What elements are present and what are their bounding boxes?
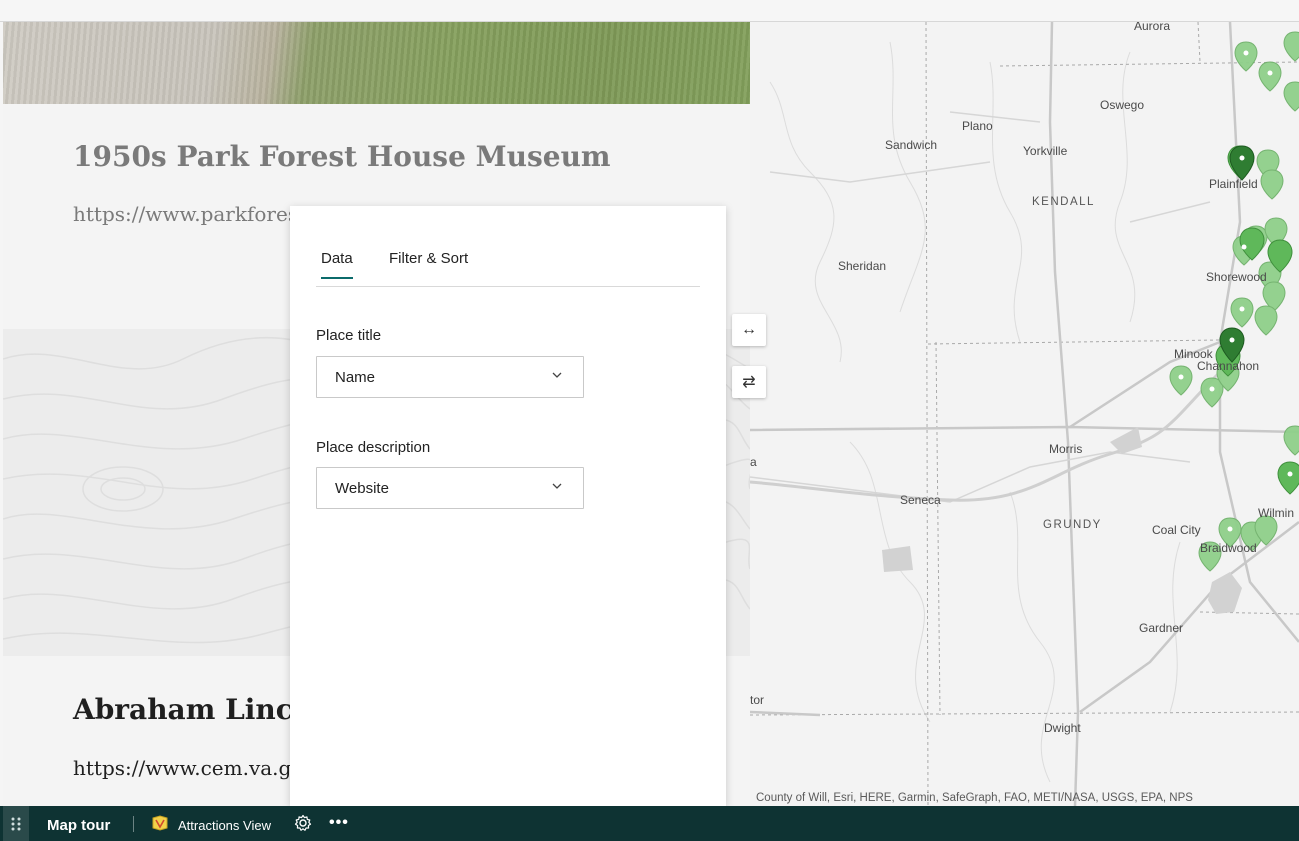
swap-icon: ⇄	[742, 374, 756, 391]
map-label-seneca: Seneca	[900, 493, 941, 507]
panel-tabs: Data Filter & Sort	[316, 242, 700, 287]
map-label-braidwood: Braidwood	[1200, 541, 1257, 555]
map-label-aurora: Aurora	[1134, 22, 1171, 33]
map-label-plano: Plano	[962, 119, 993, 133]
expand-icon: ↔	[741, 321, 757, 338]
chevron-down-icon	[552, 372, 562, 378]
layer-icon	[152, 815, 168, 831]
map-label-edge-a: a	[750, 455, 757, 469]
map-label-sandwich: Sandwich	[885, 138, 938, 152]
place-title-value: Name	[335, 369, 376, 386]
map-label-yorkville: Yorkville	[1023, 144, 1068, 158]
layer-name[interactable]: Attractions View	[178, 818, 271, 833]
map-label-grundy: GRUNDY	[1043, 519, 1102, 531]
map-label-coal-city: Coal City	[1152, 523, 1201, 537]
map-label-dwight: Dwight	[1044, 721, 1081, 735]
map-label-wilmington: Wilmin	[1258, 506, 1294, 520]
map-label-edge-tor: tor	[750, 693, 765, 707]
map-label-sheridan: Sheridan	[838, 259, 887, 273]
place-link-2[interactable]: https://www.cem.va.gc	[73, 756, 303, 780]
drag-handle-icon[interactable]	[3, 806, 29, 841]
gear-icon[interactable]	[294, 814, 312, 832]
bottom-toolbar: Map tour Attractions View •••	[0, 806, 1299, 841]
map-basemap	[750, 22, 1299, 806]
place-title-label: Place title	[316, 327, 382, 344]
place-photo	[3, 22, 750, 104]
block-title: Map tour	[47, 817, 111, 834]
place-link[interactable]: https://www.parkfores	[73, 202, 298, 226]
place-title: 1950s Park Forest House Museum	[73, 140, 611, 173]
chevron-down-icon	[552, 483, 562, 489]
place-title-2: Abraham Linco	[73, 693, 312, 726]
tab-filter-sort[interactable]: Filter & Sort	[389, 250, 468, 277]
map-label-plainfield: Plainfield	[1209, 177, 1258, 191]
expand-button[interactable]: ↔	[732, 314, 766, 346]
swap-panels-button[interactable]: ⇄	[732, 366, 766, 398]
place-description-value: Website	[335, 480, 389, 497]
toolbar-divider	[133, 816, 134, 832]
tab-data[interactable]: Data	[321, 250, 353, 279]
map-label-channahon: Channahon	[1197, 359, 1260, 373]
map-attribution: County of Will, Esri, HERE, Garmin, Safe…	[756, 792, 1193, 804]
map-label-shorewood: Shorewood	[1206, 270, 1267, 284]
top-strip	[0, 0, 1299, 22]
place-title-select[interactable]: Name	[316, 356, 584, 398]
data-settings-panel: Data Filter & Sort Place title Name Plac…	[290, 206, 726, 806]
map-label-morris: Morris	[1049, 442, 1083, 456]
more-options-icon[interactable]: •••	[329, 814, 349, 832]
map-label-kendall: KENDALL	[1032, 196, 1095, 208]
place-description-select[interactable]: Website	[316, 467, 584, 509]
map-view[interactable]: Aurora Oswego Plano Sandwich Yorkville P…	[750, 22, 1299, 806]
place-description-label: Place description	[316, 439, 431, 456]
map-label-oswego: Oswego	[1100, 98, 1145, 112]
map-label-gardner: Gardner	[1139, 621, 1184, 635]
